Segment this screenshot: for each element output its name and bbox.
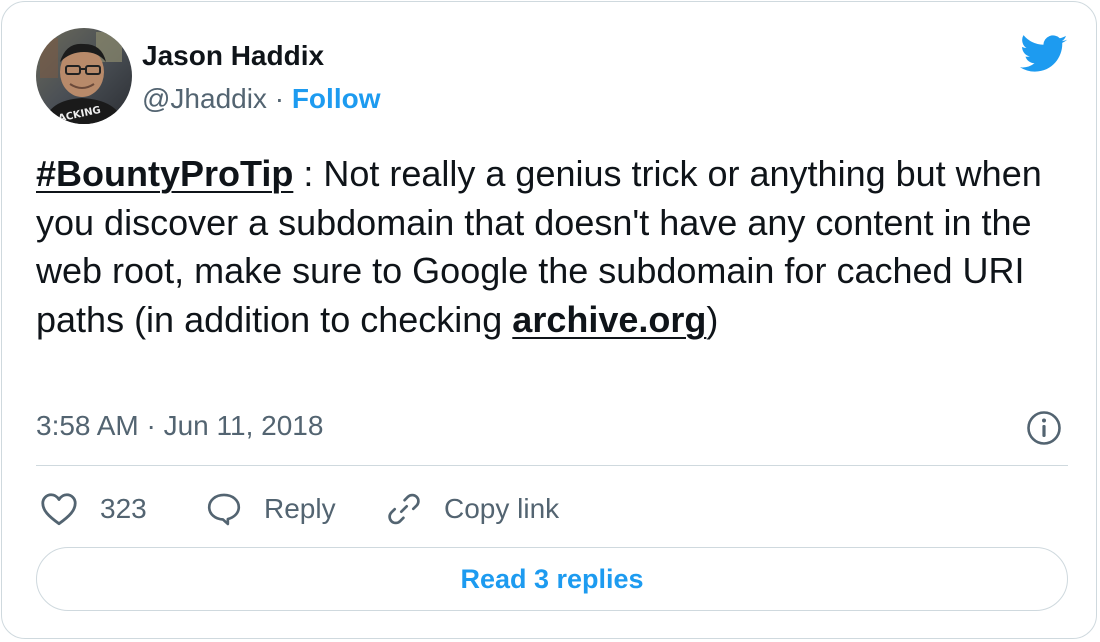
read-replies-button[interactable]: Read 3 replies <box>36 547 1068 611</box>
avatar[interactable]: ACKING <box>36 28 132 124</box>
author-handle[interactable]: @Jhaddix <box>142 83 267 114</box>
author-name[interactable]: Jason Haddix <box>142 40 324 72</box>
tweet-timestamp[interactable]: 3:58 AM · Jun 11, 2018 <box>36 410 323 442</box>
divider <box>36 465 1068 466</box>
speech-bubble-icon <box>207 493 241 526</box>
copy-link-button[interactable]: Copy link <box>386 488 559 530</box>
reply-label: Reply <box>264 493 336 524</box>
tweet-text: #BountyProTip : Not really a genius tric… <box>36 150 1066 344</box>
link-icon <box>388 493 420 525</box>
info-circle-icon[interactable] <box>1026 410 1062 446</box>
handle-separator: · <box>266 83 292 114</box>
twitter-bird-icon[interactable] <box>1020 35 1068 75</box>
tweet-text-end: ) <box>706 298 719 340</box>
reply-button[interactable]: Reply <box>206 488 336 530</box>
tweet-card: ACKING Jason Haddix @Jhaddix · Follow #B… <box>1 1 1097 639</box>
archive-link[interactable]: archive.org <box>512 299 706 340</box>
follow-link[interactable]: Follow <box>292 83 381 114</box>
handle-row: @Jhaddix · Follow <box>142 83 380 115</box>
avatar-photo: ACKING <box>36 28 132 124</box>
like-count: 323 <box>100 493 147 524</box>
copy-link-label: Copy link <box>444 493 560 524</box>
like-button[interactable]: 323 <box>40 488 147 530</box>
hashtag-link[interactable]: #BountyProTip <box>36 153 293 194</box>
heart-icon <box>41 493 77 526</box>
